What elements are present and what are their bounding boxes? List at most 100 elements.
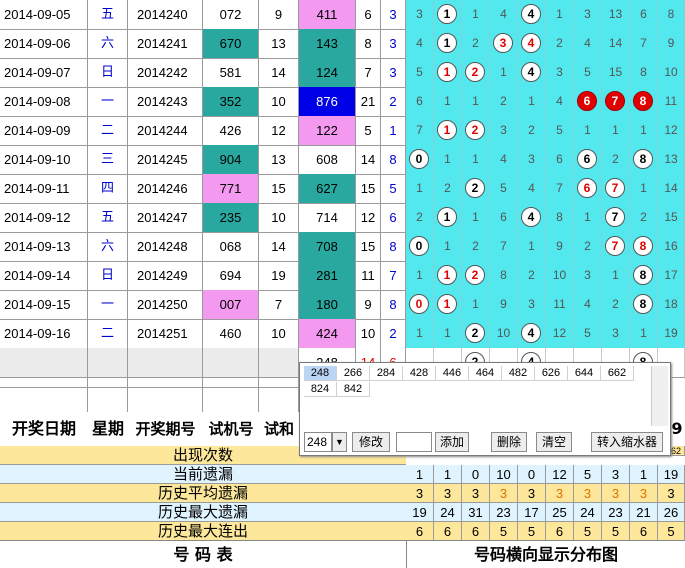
distribution-cell: 0 (406, 290, 434, 319)
distribution-cell: 19 (658, 319, 685, 348)
trial-number: 072 (203, 0, 259, 29)
draw-sum: 14 (356, 145, 381, 174)
weekday: 四 (88, 174, 128, 203)
delete-button[interactable]: 删除 (491, 432, 527, 452)
number-chip[interactable]: 428 (403, 366, 436, 381)
distribution-cell: 2 (602, 290, 630, 319)
distribution-cell: 3 (406, 0, 434, 29)
distribution-cell: 2 (518, 116, 546, 145)
weekday: 五 (88, 203, 128, 232)
number-chip[interactable]: 482 (502, 366, 535, 381)
distribution-cell: 1 (546, 0, 574, 29)
distribution-cell: 1 (602, 116, 630, 145)
stat-value: 23 (602, 503, 630, 522)
number-ball: 6 (577, 91, 597, 111)
number-chip[interactable]: 824 (304, 382, 337, 397)
draw-number: 281 (299, 261, 356, 290)
number-chip[interactable]: 662 (601, 366, 634, 381)
distribution-cell: 16 (658, 232, 685, 261)
distribution-cells: 3 1 1 4 4 1 3 13 6 8 (406, 0, 685, 29)
draw-date: 2014-09-10 (0, 145, 88, 174)
stat-value: 3 (602, 465, 630, 484)
draw-date: 2014-09-08 (0, 87, 88, 116)
number-chip[interactable]: 842 (337, 382, 370, 397)
number-ball: 7 (605, 236, 625, 256)
draw-history-table: 2014-09-05 五 2014240 072 9 411 6 3 3 1 1 4 4 1 3 13 6 8 20… (0, 0, 685, 412)
number-ball: 8 (633, 294, 653, 314)
number-ball: 1 (437, 207, 457, 227)
modify-button[interactable]: 修改 (352, 432, 390, 452)
transfer-to-shrinker-button[interactable]: 转入缩水器 (591, 432, 663, 452)
issue-number: 2014242 (128, 58, 203, 87)
distribution-cell: 14 (658, 174, 685, 203)
distribution-cell: 6 (574, 145, 602, 174)
distribution-cell: 8 (630, 290, 658, 319)
number-chip[interactable]: 248 (304, 366, 337, 381)
distribution-cell: 1 (630, 116, 658, 145)
stat-value: 0 (518, 465, 546, 484)
distribution-cell: 1 (518, 87, 546, 116)
trial-number: 352 (203, 87, 259, 116)
distribution-cells: 5 1 2 1 4 3 5 15 8 10 (406, 58, 685, 87)
distribution-cell: 13 (602, 0, 630, 29)
weekday: 二 (88, 116, 128, 145)
draw-date: 2014-09-12 (0, 203, 88, 232)
combo-dropdown-icon[interactable]: ▼ (332, 432, 347, 452)
stat-value: 3 (546, 484, 574, 503)
distribution-cell: 2 (462, 116, 490, 145)
chip-list-scrollbar[interactable] (651, 366, 668, 426)
distribution-cell: 12 (658, 116, 685, 145)
number-ball: 1 (437, 62, 457, 82)
number-ball: 1 (437, 33, 457, 53)
stat-value: 17 (518, 503, 546, 522)
stat-value: 6 (546, 522, 574, 541)
number-chip[interactable]: 446 (436, 366, 469, 381)
table-row: 2014-09-13 六 2014248 068 14 708 15 8 0 1 2 7 1 9 2 7 8 16 (0, 232, 685, 262)
draw-sum: 15 (356, 174, 381, 203)
distribution-cell: 9 (490, 290, 518, 319)
trial-sum: 19 (259, 261, 299, 290)
edit-input[interactable] (396, 432, 432, 452)
stat-value: 3 (602, 484, 630, 503)
distribution-cell: 8 (490, 261, 518, 290)
stat-values: 19 24 31 23 17 25 24 23 21 26 (406, 503, 685, 522)
number-chip[interactable]: 464 (469, 366, 502, 381)
draw-number: 708 (299, 232, 356, 261)
distribution-cells: 2 1 1 6 4 8 1 7 2 15 (406, 203, 685, 232)
number-ball: 4 (521, 207, 541, 227)
trial-sum: 10 (259, 87, 299, 116)
distribution-cell: 2 (546, 29, 574, 58)
distribution-cell: 6 (490, 203, 518, 232)
number-chip[interactable]: 644 (568, 366, 601, 381)
trial-sum: 13 (259, 145, 299, 174)
distribution-cell: 5 (574, 58, 602, 87)
number-combo[interactable]: 248 (304, 432, 332, 452)
distribution-cell: 2 (574, 232, 602, 261)
distribution-cell: 1 (406, 319, 434, 348)
number-chip-list[interactable]: 248 266 284 428 446 464 482 626 644 662 824 842 (304, 366, 634, 397)
draw-date: 2014-09-15 (0, 290, 88, 319)
distribution-cell: 6 (630, 0, 658, 29)
clear-button[interactable]: 清空 (536, 432, 572, 452)
distribution-cell: 1 (434, 58, 462, 87)
draw-sum: 8 (356, 29, 381, 58)
number-chip[interactable]: 626 (535, 366, 568, 381)
distribution-cell: 7 (602, 203, 630, 232)
table-row: 2014-09-14 日 2014249 694 19 281 11 7 1 1 2 8 2 10 3 1 8 1… (0, 261, 685, 291)
distribution-cell: 3 (602, 319, 630, 348)
number-chip[interactable]: 266 (337, 366, 370, 381)
distribution-cell: 8 (630, 145, 658, 174)
distribution-cell: 2 (406, 203, 434, 232)
draw-date: 2014-09-16 (0, 319, 88, 348)
distribution-cells: 1 2 2 5 4 7 6 7 1 14 (406, 174, 685, 203)
number-ball: 8 (633, 265, 653, 285)
distribution-cell: 18 (658, 290, 685, 319)
number-ball: 4 (521, 323, 541, 343)
blank-cell (88, 388, 128, 412)
distribution-cell: 3 (490, 29, 518, 58)
trial-number: 235 (203, 203, 259, 232)
draw-sum: 10 (356, 319, 381, 348)
add-button[interactable]: 添加 (435, 432, 469, 452)
number-chip[interactable]: 284 (370, 366, 403, 381)
draw-span: 2 (381, 87, 406, 116)
